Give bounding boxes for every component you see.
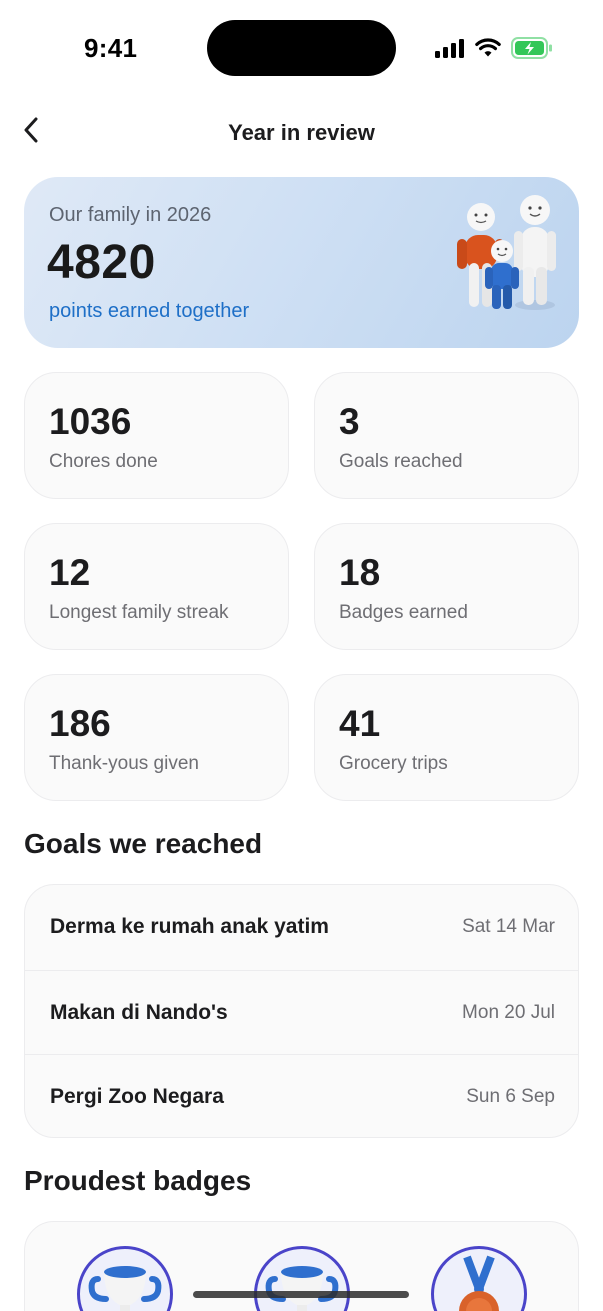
goals-heading: Goals we reached xyxy=(24,828,263,859)
stat-label: Badges earned xyxy=(339,602,468,623)
stat-value: 41 xyxy=(339,703,381,744)
wifi-icon xyxy=(475,38,501,58)
page-title: Year in review xyxy=(228,120,375,145)
battery-charging-icon xyxy=(511,37,553,59)
stat-card-streak: 12 Longest family streak xyxy=(24,523,289,650)
family-figures-illustration xyxy=(441,187,559,315)
list-item[interactable]: Pergi Zoo Negara Sun 6 Sep xyxy=(25,1054,578,1137)
stat-card-chores: 1036 Chores done xyxy=(24,372,289,499)
points-total: 4820 xyxy=(47,236,156,289)
list-item[interactable]: Derma ke rumah anak yatim Sat 14 Mar xyxy=(25,885,578,969)
stat-label: Goals reached xyxy=(339,451,463,472)
goal-date: Sat 14 Mar xyxy=(462,916,555,937)
stat-card-thank-yous: 186 Thank-yous given xyxy=(24,674,289,801)
badges-heading: Proudest badges xyxy=(24,1165,252,1196)
badge-item[interactable] xyxy=(254,1246,350,1311)
stat-value: 1036 xyxy=(49,401,132,442)
family-points-card: Our family in 2026 4820 points earned to… xyxy=(24,177,579,348)
stat-label: Thank-yous given xyxy=(49,753,199,774)
home-indicator xyxy=(193,1291,409,1298)
badge-item[interactable] xyxy=(77,1246,173,1311)
stat-value: 3 xyxy=(339,401,360,442)
goal-name: Derma ke rumah anak yatim xyxy=(50,915,329,938)
goals-list: Derma ke rumah anak yatim Sat 14 Mar Mak… xyxy=(24,884,579,1138)
nav-bar: Year in review xyxy=(0,104,603,162)
dynamic-island xyxy=(207,20,396,76)
stat-card-goals: 3 Goals reached xyxy=(314,372,579,499)
goal-name: Pergi Zoo Negara xyxy=(50,1084,224,1108)
badge-item[interactable] xyxy=(431,1246,527,1311)
stat-value: 18 xyxy=(339,552,381,593)
stat-value: 12 xyxy=(49,552,91,593)
list-item[interactable]: Makan di Nando's Mon 20 Jul xyxy=(25,970,578,1054)
stat-card-badges: 18 Badges earned xyxy=(314,523,579,650)
status-time: 9:41 xyxy=(84,33,138,63)
stat-label: Grocery trips xyxy=(339,753,448,774)
hero-kicker: Our family in 2026 xyxy=(49,204,212,226)
goal-name: Makan di Nando's xyxy=(50,1000,228,1024)
status-bar: 9:41 xyxy=(0,0,603,96)
goal-date: Sun 6 Sep xyxy=(466,1085,555,1107)
status-icons xyxy=(435,36,553,60)
points-caption: points earned together xyxy=(49,300,250,322)
cellular-signal-icon xyxy=(435,38,465,58)
stat-value: 186 xyxy=(49,703,111,744)
goal-date: Mon 20 Jul xyxy=(462,1001,555,1023)
stat-label: Chores done xyxy=(49,451,158,472)
stat-card-grocery: 41 Grocery trips xyxy=(314,674,579,801)
stat-label: Longest family streak xyxy=(49,602,229,623)
